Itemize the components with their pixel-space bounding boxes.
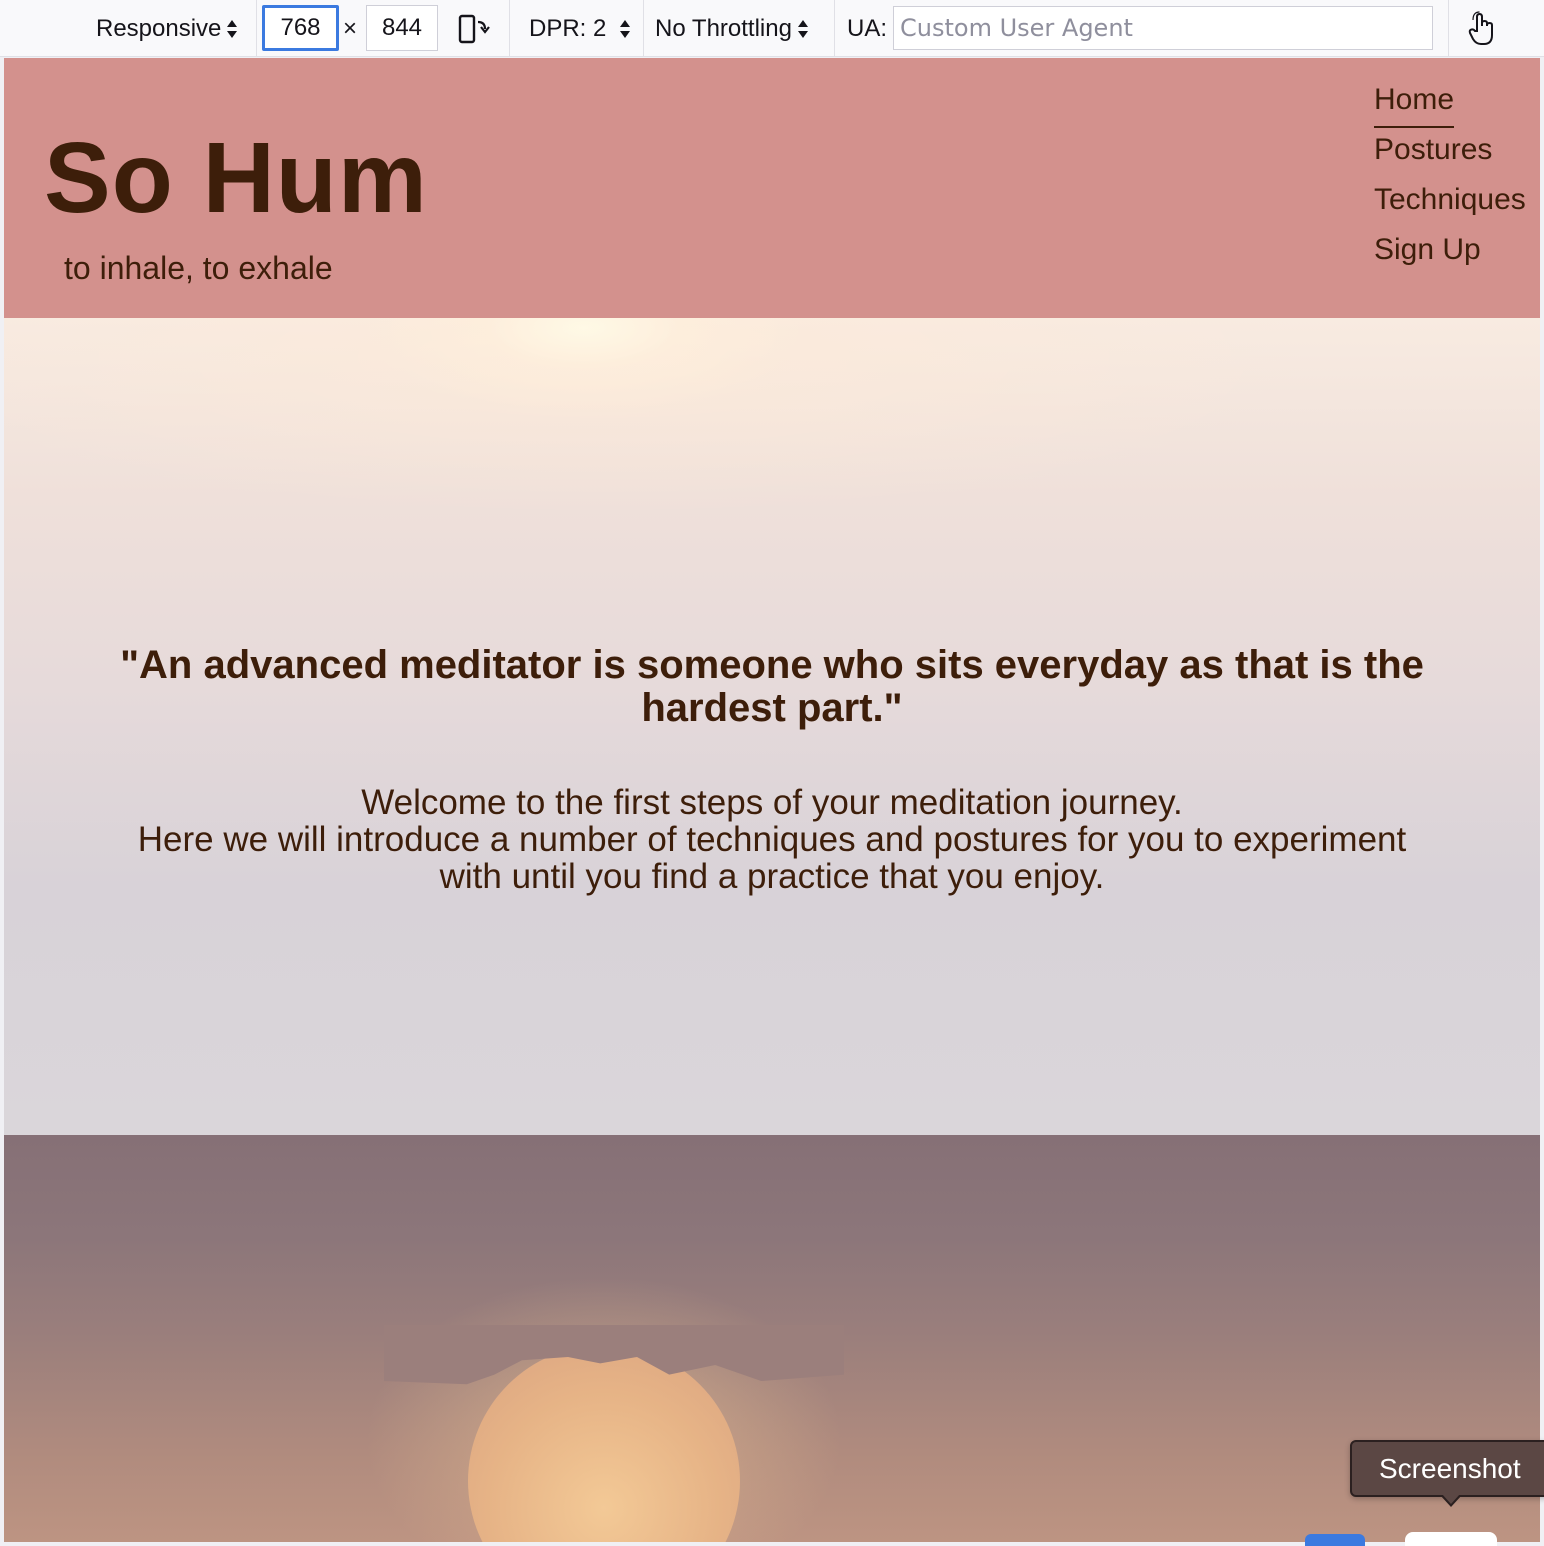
device-selector-label: Responsive xyxy=(96,14,222,42)
website-viewport: So Hum to inhale, to exhale Home Posture… xyxy=(4,58,1540,1542)
rotate-device-icon xyxy=(458,14,490,43)
device-selector[interactable]: Responsive xyxy=(96,0,238,57)
site-tagline: to inhale, to exhale xyxy=(64,250,333,286)
dpr-selector[interactable]: DPR: 2 xyxy=(529,0,631,57)
throttling-label: No Throttling xyxy=(655,14,792,42)
rotate-device-button[interactable] xyxy=(456,0,492,57)
viewport-height-input[interactable] xyxy=(366,5,438,51)
toolbar-divider xyxy=(509,0,510,57)
touch-simulation-icon xyxy=(1468,10,1493,45)
touch-simulation-button[interactable] xyxy=(1466,0,1498,57)
intro-line-2: Here we will introduce a number of techn… xyxy=(137,820,1407,896)
ua-label: UA: xyxy=(847,14,888,42)
tooltip-arrow xyxy=(1442,1494,1460,1504)
sunset-image-section xyxy=(4,1135,1540,1542)
site-header: So Hum to inhale, to exhale Home Posture… xyxy=(4,58,1540,318)
toolbar-divider xyxy=(643,0,644,57)
nav-link-postures[interactable]: Postures xyxy=(1374,130,1526,180)
throttling-selector[interactable]: No Throttling xyxy=(655,0,809,57)
updown-icon xyxy=(620,18,631,40)
nav-item-home: Home xyxy=(1374,80,1526,130)
toolbar-divider xyxy=(834,0,835,57)
hero-intro: Welcome to the first steps of your medit… xyxy=(104,784,1440,895)
updown-icon xyxy=(797,18,809,40)
nav-link-sign-up[interactable]: Sign Up xyxy=(1374,230,1526,280)
dpr-label: DPR: 2 xyxy=(529,14,607,42)
viewport-width-input[interactable] xyxy=(262,5,339,51)
toolbar-divider xyxy=(1448,0,1449,57)
nav-link-techniques[interactable]: Techniques xyxy=(1374,180,1526,230)
intro-line-1: Welcome to the first steps of your medit… xyxy=(361,783,1183,822)
nav-item-techniques: Techniques xyxy=(1374,180,1526,230)
updown-icon xyxy=(227,18,238,40)
nav-link-label: Home xyxy=(1374,78,1455,128)
nav-item-sign-up: Sign Up xyxy=(1374,230,1526,280)
hero-section: "An advanced meditator is someone who si… xyxy=(4,318,1540,1135)
screenshot-blue-button[interactable] xyxy=(1305,1534,1365,1546)
rdm-toolbar: Responsive × DPR: 2 No Throttling UA: xyxy=(0,0,1544,57)
toolbar-divider xyxy=(256,0,257,57)
main-nav: Home Postures Techniques Sign Up xyxy=(1374,80,1526,280)
screenshot-white-button[interactable] xyxy=(1405,1532,1497,1546)
times-symbol: × xyxy=(343,14,358,42)
nav-item-postures: Postures xyxy=(1374,130,1526,180)
user-agent-input[interactable] xyxy=(893,6,1433,50)
screenshot-tooltip: Screenshot xyxy=(1350,1440,1544,1497)
hero-quote: "An advanced meditator is someone who si… xyxy=(120,643,1424,730)
site-title: So Hum xyxy=(44,122,428,234)
nav-link-home[interactable]: Home xyxy=(1374,80,1526,130)
